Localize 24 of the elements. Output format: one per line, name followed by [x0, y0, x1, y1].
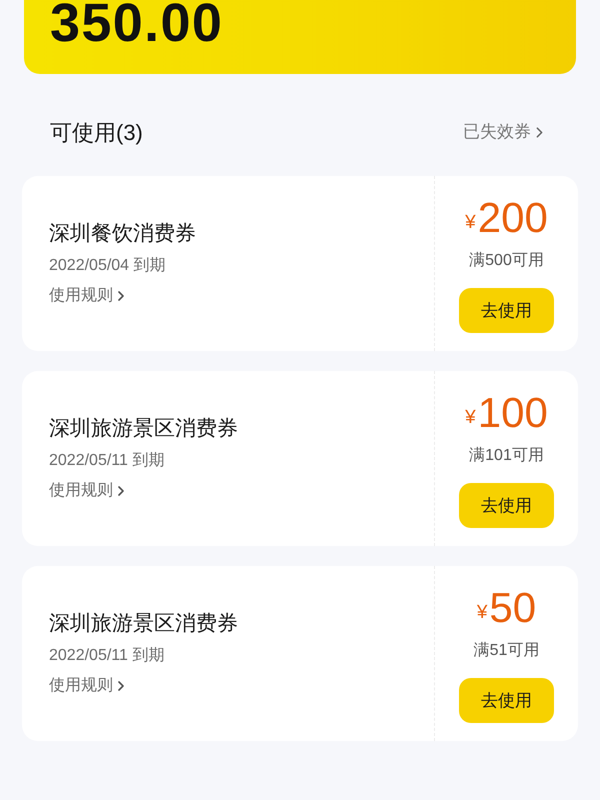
use-coupon-button[interactable]: 去使用 [459, 288, 554, 333]
use-coupon-button[interactable]: 去使用 [459, 483, 554, 528]
expired-coupons-link[interactable]: 已失效券 [463, 119, 548, 145]
coupon-title: 深圳旅游景区消费券 [49, 416, 239, 442]
currency-symbol: ¥ [465, 212, 476, 234]
currency-symbol: ¥ [465, 407, 476, 429]
currency-symbol: ¥ [476, 602, 488, 624]
coupon-title: 深圳旅游景区消费券 [49, 610, 239, 636]
coupon-title: 深圳餐饮消费券 [49, 220, 197, 246]
usage-condition: 满101可用 [469, 446, 544, 466]
usage-rules-link[interactable]: 使用规则 [49, 478, 129, 502]
expiry-date: 2022/05/11 到期 [49, 646, 166, 666]
expiry-date: 2022/05/11 到期 [49, 450, 166, 470]
use-coupon-button[interactable]: 去使用 [459, 678, 554, 723]
coupon-amount: 50 [489, 586, 536, 630]
coupon-amount: 100 [478, 391, 548, 435]
coupon-amount: 200 [478, 196, 548, 240]
balance-amount: 350.00 [50, 0, 224, 50]
usage-rules-link[interactable]: 使用规则 [49, 284, 129, 308]
section-title: 可使用(3) [50, 118, 143, 146]
usage-condition: 满500可用 [469, 250, 544, 271]
expiry-date: 2022/05/04 到期 [49, 256, 167, 276]
usage-condition: 满51可用 [474, 640, 540, 661]
usage-rules-link[interactable]: 使用规则 [49, 674, 129, 698]
